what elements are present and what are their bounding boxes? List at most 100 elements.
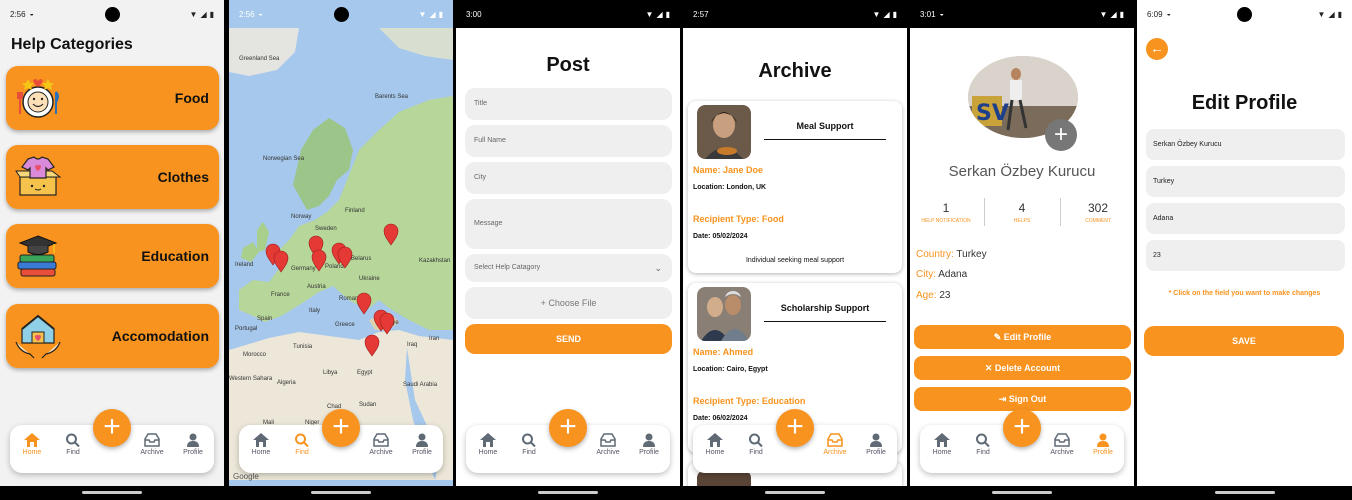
notification-icon: ◒ [939, 10, 944, 18]
save-button[interactable]: SAVE [1144, 326, 1344, 356]
battery-icon: ▮ [892, 9, 897, 19]
battery-icon: ▮ [1337, 9, 1342, 19]
category-food-card[interactable]: Food [6, 66, 219, 130]
nav-profile-label: Profile [412, 449, 432, 456]
map-pin-icon [356, 292, 372, 315]
category-accomodation-card[interactable]: Accomodation [6, 304, 219, 368]
add-post-button[interactable]: + [1003, 409, 1041, 447]
status-time: 2:56 [239, 9, 255, 19]
screenshot-row: 2:56 ◒ ▼ ◢ ▮ Help Categories Food Clothes [0, 0, 1352, 500]
nav-profile[interactable]: Profile [856, 433, 896, 456]
nav-find-label: Find [66, 449, 80, 456]
nav-home[interactable]: Home [695, 433, 735, 456]
edit-profile-button[interactable]: ✎ Edit Profile [914, 325, 1131, 349]
sign-out-icon: ⇥ [998, 394, 1009, 404]
category-education-card[interactable]: Education [6, 224, 219, 288]
divider [1060, 198, 1061, 226]
city-input[interactable]: City [465, 162, 672, 194]
back-button[interactable]: ← [1146, 38, 1168, 60]
age-field[interactable]: 23 [1146, 240, 1345, 271]
card-recipient-type: Recipient Type: Education [693, 396, 806, 406]
nav-archive-label: Archive [1050, 449, 1074, 456]
nav-profile-label: Profile [639, 449, 659, 456]
category-clothes-card[interactable]: Clothes [6, 145, 219, 209]
notification-icon: ◒ [29, 10, 34, 18]
message-input[interactable]: Message [465, 199, 672, 249]
home-icon [707, 433, 723, 447]
signal-icon: ◢ [200, 9, 207, 19]
nav-home[interactable]: Home [241, 433, 281, 456]
profile-icon [187, 433, 199, 447]
status-icons: ▼ ◢ ▮ [873, 10, 897, 19]
category-label: Education [141, 248, 209, 264]
nav-find[interactable]: Find [509, 433, 549, 456]
search-icon [976, 433, 990, 447]
nav-profile[interactable]: Profile [1083, 433, 1123, 456]
nav-find[interactable]: Find [282, 433, 322, 456]
nav-home[interactable]: Home [468, 433, 508, 456]
profile-name: Serkan Özbey Kurucu [948, 163, 1096, 180]
sign-out-button[interactable]: ⇥ Sign Out [914, 387, 1131, 411]
card-name: Name: Ahmed [693, 347, 754, 357]
find-screen: Greenland Sea Barents Sea Norwegian Sea … [229, 0, 453, 500]
add-post-button[interactable]: + [322, 409, 360, 447]
gesture-bar [229, 486, 453, 500]
nav-profile[interactable]: Profile [402, 433, 442, 456]
status-bar: 3:01 ◒ ▼ ◢ ▮ [910, 0, 1134, 28]
nav-profile[interactable]: Profile [173, 433, 213, 456]
plus-icon: + [103, 410, 121, 443]
nav-profile-label: Profile [183, 449, 203, 456]
map-pin-icon [337, 246, 353, 269]
nav-profile-label: Profile [1093, 449, 1113, 456]
full-name-field[interactable]: Serkan Özbey Kurucu [1146, 129, 1345, 160]
status-bar: 3:00 ▼ ◢ ▮ [456, 0, 680, 28]
plus-icon: + [1053, 121, 1068, 148]
accomodation-icon [15, 314, 61, 359]
nav-archive[interactable]: Archive [361, 433, 401, 456]
help-category-select[interactable]: Select Help Catagory ⌄ [465, 254, 672, 282]
page-title: Archive [758, 60, 832, 82]
full-name-input[interactable]: Full Name [465, 125, 672, 157]
nav-archive[interactable]: Archive [132, 433, 172, 456]
wifi-icon: ▼ [645, 9, 654, 19]
divider [984, 198, 985, 226]
city-field[interactable]: Adana [1146, 203, 1345, 234]
add-post-button[interactable]: + [93, 409, 131, 447]
nav-find[interactable]: Find [53, 433, 93, 456]
nav-home[interactable]: Home [12, 433, 52, 456]
archive-card[interactable]: Meal Support Name: Jane Doe Location: Lo… [688, 101, 902, 273]
search-icon [295, 433, 309, 447]
camera-cutout [105, 7, 120, 22]
map-pin-icon [364, 334, 380, 357]
wifi-icon: ▼ [872, 9, 881, 19]
nav-find[interactable]: Find [736, 433, 776, 456]
plus-icon: + [1013, 410, 1031, 443]
archive-icon [144, 433, 160, 447]
status-icons: ▼ ◢ ▮ [646, 10, 670, 19]
nav-archive[interactable]: Archive [588, 433, 628, 456]
send-button[interactable]: SEND [465, 324, 672, 354]
battery-icon: ▮ [209, 9, 214, 19]
nav-archive[interactable]: Archive [1042, 433, 1082, 456]
food-icon [17, 79, 59, 118]
change-photo-button[interactable]: + [1045, 119, 1077, 151]
card-location: Location: London, UK [693, 184, 767, 191]
add-post-button[interactable]: + [549, 409, 587, 447]
title-input[interactable]: Title [465, 88, 672, 120]
home-icon [24, 433, 40, 447]
card-recipient-type: Recipient Type: Food [693, 214, 784, 224]
nav-find[interactable]: Find [963, 433, 1003, 456]
add-post-button[interactable]: + [776, 409, 814, 447]
nav-home[interactable]: Home [922, 433, 962, 456]
nav-archive[interactable]: Archive [815, 433, 855, 456]
delete-account-button[interactable]: ✕ Delete Account [914, 356, 1131, 380]
clothes-icon [15, 156, 62, 196]
info-value: Adana [938, 269, 968, 280]
country-field[interactable]: Turkey [1146, 166, 1345, 197]
nav-profile[interactable]: Profile [629, 433, 669, 456]
nav-archive-label: Archive [596, 449, 620, 456]
gesture-bar [1137, 486, 1352, 500]
choose-file-button[interactable]: + Choose File [465, 287, 672, 319]
info-key: City: [916, 269, 936, 280]
profile-icon [870, 433, 882, 447]
